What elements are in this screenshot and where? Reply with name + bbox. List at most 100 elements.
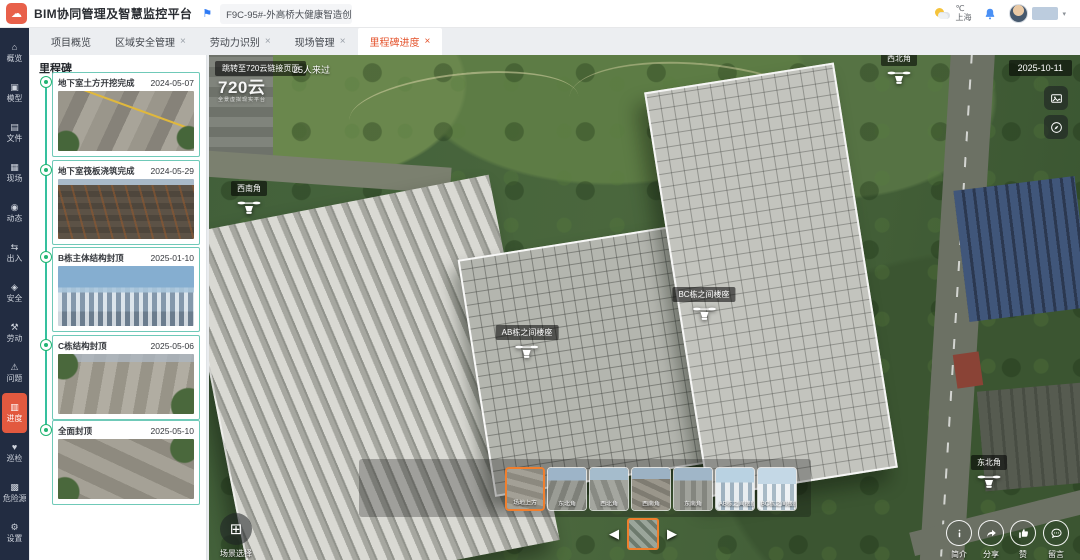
hotspot-between-bc[interactable]: BC栋之间楼座 [672,287,735,323]
sidebar-item-site[interactable]: ▦现场 [0,153,29,193]
solar-panel-roof [953,176,1080,322]
milestone-photo [58,266,194,326]
milestone-card[interactable]: 全面封顶2025-05-10 [52,420,200,505]
hazard-icon: ▩ [10,483,19,492]
user-name-redacted [1032,7,1058,20]
folder-icon: ▤ [10,123,19,132]
gear-icon: ⚙ [10,523,18,532]
hotspot-northeast-corner[interactable]: 东北角 [971,455,1007,491]
picture-icon [1050,92,1063,105]
activity-icon: ◉ [11,203,19,212]
current-scene-thumb[interactable] [627,518,659,550]
scene-thumb-between-ab[interactable]: AB栋之间楼座 [715,467,755,511]
drone-icon [237,200,261,217]
project-selector-value: F9C-95#-外高桥大健康智造创新产 [226,7,352,21]
visitor-count: 25人来过 [293,63,330,76]
tab-label: 里程碑进度 [370,34,420,49]
prev-scene-arrow[interactable]: ◀ [609,526,619,542]
shield-icon: ◈ [11,283,18,292]
tab-label: 劳动力识别 [210,34,260,49]
flag-icon: ⚑ [202,7,212,20]
hotspot-southwest-corner[interactable]: 西南角 [231,181,267,217]
aerial-panorama-viewer[interactable]: 跳转至720云链接页面 25人来过 720云全景虚拟现实平台 2025-10-1… [209,55,1080,560]
timeline-dot [40,164,52,176]
scene-thumb-northwest[interactable]: 西北角 [589,467,629,511]
tab-site-management[interactable]: 现场管理 × [283,28,358,55]
milestone-date: 2024-05-07 [151,78,194,88]
weather-widget[interactable]: ℃ 上海 [935,5,971,22]
milestone-card[interactable]: 地下室土方开挖完成2024-05-07 [52,72,200,157]
share-icon [985,527,998,540]
tab-label: 现场管理 [295,34,335,49]
speech-bubble-icon [1050,527,1063,540]
cube-icon: ▣ [10,83,19,92]
sidebar-item-inspection[interactable]: ♥巡检 [0,433,29,473]
scene-thumb-southwest[interactable]: 西南角 [631,467,671,511]
close-icon[interactable]: × [180,36,186,47]
app-logo-cloud-icon: ☁ [6,3,27,24]
hotspot-between-ab[interactable]: AB栋之间楼座 [496,325,559,361]
milestone-title: C栋结构封顶 [58,340,107,352]
user-menu[interactable]: ▾ [1009,4,1066,23]
labor-icon: ⚒ [10,323,18,332]
scene-thumb-southeast[interactable]: 东南角 [673,467,713,511]
milestone-card[interactable]: C栋结构封顶2025-05-06 [52,335,200,420]
milestone-title: 全面封顶 [58,425,92,437]
thumbs-up-icon [1017,527,1030,540]
scene-thumb-between-bc[interactable]: BC栋之间楼座 [757,467,797,511]
sidebar-item-hazard[interactable]: ▩危险源 [0,473,29,513]
red-structure [953,351,983,388]
scene-select-button[interactable]: ⊞ 场景选择 [217,513,255,560]
sidebar-item-progress[interactable]: ▥进度 [2,393,27,433]
milestone-photo [58,91,194,151]
sidebar-item-files[interactable]: ▤文件 [0,113,29,153]
hotspot-northwest-corner[interactable]: 西北角 [881,55,917,87]
capture-date-button[interactable]: 2025-10-11 [1009,60,1072,76]
tab-milestone-progress[interactable]: 里程碑进度 × [358,28,443,55]
home-icon: ⌂ [12,43,17,52]
in-out-icon: ⇆ [11,243,19,252]
scene-thumb-site-top[interactable]: 场地上方 [505,467,545,511]
sidebar-item-settings[interactable]: ⚙设置 [0,513,29,553]
timeline-dot [40,424,52,436]
sidebar-item-overview[interactable]: ⌂概览 [0,33,29,73]
tab-project-overview[interactable]: 项目概览 [39,28,103,55]
compass-button[interactable] [1044,115,1068,139]
inspection-icon: ♥ [12,443,17,452]
milestone-date: 2024-05-29 [151,166,194,176]
user-avatar [1009,4,1028,23]
sidebar-item-labor[interactable]: ⚒劳动 [0,313,29,353]
milestone-title: 地下室筏板浇筑完成 [58,165,135,177]
close-icon[interactable]: × [425,36,431,47]
sidebar-item-model[interactable]: ▣模型 [0,73,29,113]
close-icon[interactable]: × [340,36,346,47]
scene-thumb-northeast[interactable]: 东北角 [547,467,587,511]
sidebar-item-access[interactable]: ⇆出入 [0,233,29,273]
sidebar-item-safety[interactable]: ◈安全 [0,273,29,313]
project-selector[interactable]: F9C-95#-外高桥大健康智造创新产 ∨ [220,4,352,24]
720yun-logo: 720云全景虚拟现实平台 [218,79,266,103]
screenshot-gallery-button[interactable] [1044,86,1068,110]
header-right: ℃ 上海 ▾ [935,4,1080,23]
logo-tagline: 全景虚拟现实平台 [218,98,266,103]
sidebar-item-issues[interactable]: ⚠问题 [0,353,29,393]
tab-area-safety[interactable]: 区域安全管理× [103,28,198,55]
close-icon[interactable]: × [265,36,271,47]
site-icon: ▦ [10,163,19,172]
left-nav-sidebar: ⌂概览 ▣模型 ▤文件 ▦现场 ◉动态 ⇆出入 ◈安全 ⚒劳动 ⚠问题 ▥进度 … [0,28,29,560]
tab-labor-recognition[interactable]: 劳动力识别 × [198,28,283,55]
milestone-date: 2025-01-10 [151,253,194,263]
comment-button[interactable]: 留言 [1034,520,1078,560]
grid-icon: ⊞ [220,513,252,545]
notification-bell-icon[interactable] [983,7,997,21]
scene-navigator: ◀ ▶ [609,518,677,550]
next-scene-arrow[interactable]: ▶ [667,526,677,542]
tab-label: 项目概览 [51,34,91,49]
drone-icon [692,306,716,323]
milestone-title: B栋主体结构封顶 [58,252,124,264]
sun-cloud-icon [935,7,951,21]
milestone-card[interactable]: B栋主体结构封顶 2025-01-10 [52,247,200,332]
sidebar-item-activity[interactable]: ◉动态 [0,193,29,233]
bim-platform-app: ☁ BIM协同管理及智慧监控平台 ⚑ F9C-95#-外高桥大健康智造创新产 ∨… [0,0,1080,560]
milestone-card[interactable]: 地下室筏板浇筑完成 2024-05-29 [52,160,200,245]
